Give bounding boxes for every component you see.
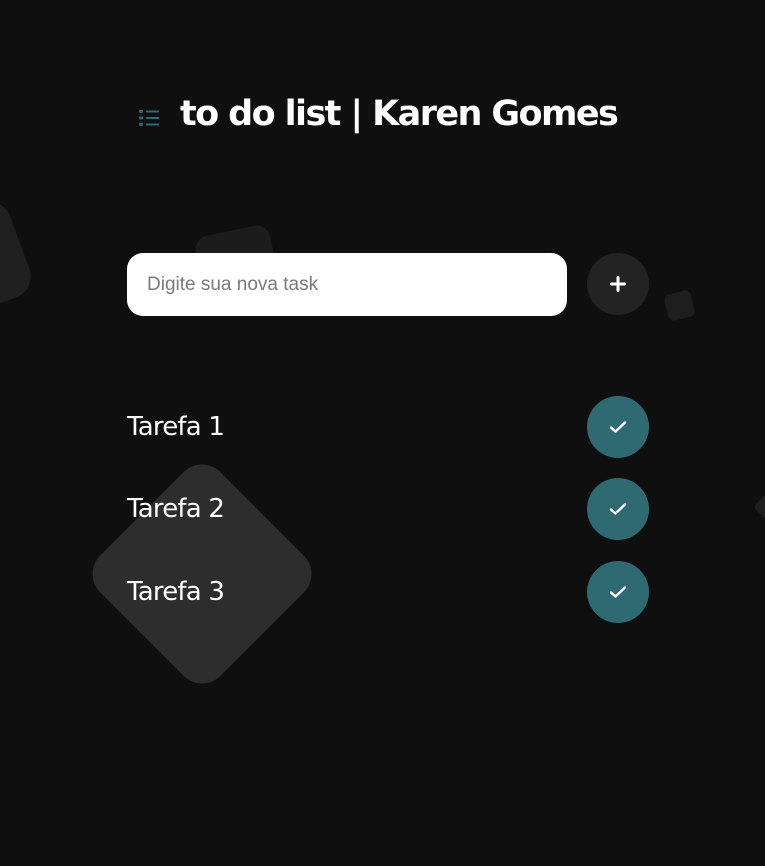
task-label: Tarefa 1 <box>127 412 225 442</box>
decorative-shape <box>753 494 765 520</box>
check-icon <box>609 586 627 598</box>
check-icon <box>609 421 627 433</box>
decorative-shape <box>0 195 37 315</box>
page-title: to do list | Karen Gomes <box>180 94 619 134</box>
check-icon <box>609 503 627 515</box>
new-task-input[interactable] <box>127 253 567 316</box>
task-item: Tarefa 1 <box>127 396 649 458</box>
decorative-shape <box>663 289 696 322</box>
page-header: to do list | Karen Gomes <box>138 94 619 134</box>
task-label: Tarefa 3 <box>127 577 225 607</box>
complete-task-button[interactable] <box>587 561 649 623</box>
plus-icon <box>610 276 626 292</box>
list-icon <box>139 110 159 126</box>
app-page: to do list | Karen Gomes Tarefa 1 Tarefa… <box>0 0 765 866</box>
task-label: Tarefa 2 <box>127 494 225 524</box>
task-item: Tarefa 2 <box>127 478 649 540</box>
complete-task-button[interactable] <box>587 478 649 540</box>
task-item: Tarefa 3 <box>127 561 649 623</box>
add-task-button[interactable] <box>587 253 649 315</box>
complete-task-button[interactable] <box>587 396 649 458</box>
